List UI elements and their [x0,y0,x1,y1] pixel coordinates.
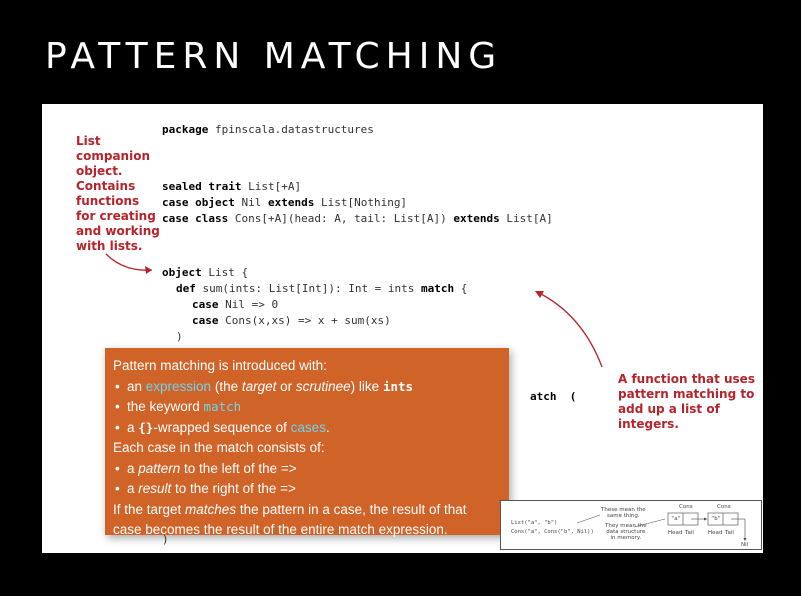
diagram-tail-1: Tail [685,530,694,536]
callout-intro: Pattern matching is introduced with: [113,358,327,373]
diagram-nil: Nil [741,542,749,548]
diagram-tail-2: Tail [725,530,734,536]
diagram-cells [576,512,747,541]
diagram-head-1: Head [668,530,683,536]
diagram-val-b: "b" [711,516,721,522]
list-memory-diagram: List("a", "b") Cons("a", Cons("b", Nil))… [500,500,762,550]
callout-bullet-pattern: • a pattern to the left of the => [115,460,297,476]
callout-final-line-1: If the target matches the pattern in a c… [113,501,467,517]
companion-arrow [105,253,153,271]
callout-bullet-cases: • a {}-wrapped sequence of cases. [115,419,330,435]
callout-bullet-expression: • an expression (the target or scrutinee)… [115,378,414,394]
callout-final-line-2: case becomes the result of the entire ma… [113,522,448,537]
callout-each-case: Each case in the match consists of: [113,440,325,455]
diagram-val-a: "a" [671,516,681,522]
callout-bullet-result: • a result to the right of the => [115,481,296,496]
slide-title: PATTERN MATCHING [45,36,503,77]
callout-box: Pattern matching is introduced with: • an… [105,348,509,537]
callout-bullet-keyword: • the keyword match [115,399,242,414]
diagram-head-2: Head [708,530,723,536]
function-arrow [536,291,603,368]
companion-arrowhead [145,266,152,274]
